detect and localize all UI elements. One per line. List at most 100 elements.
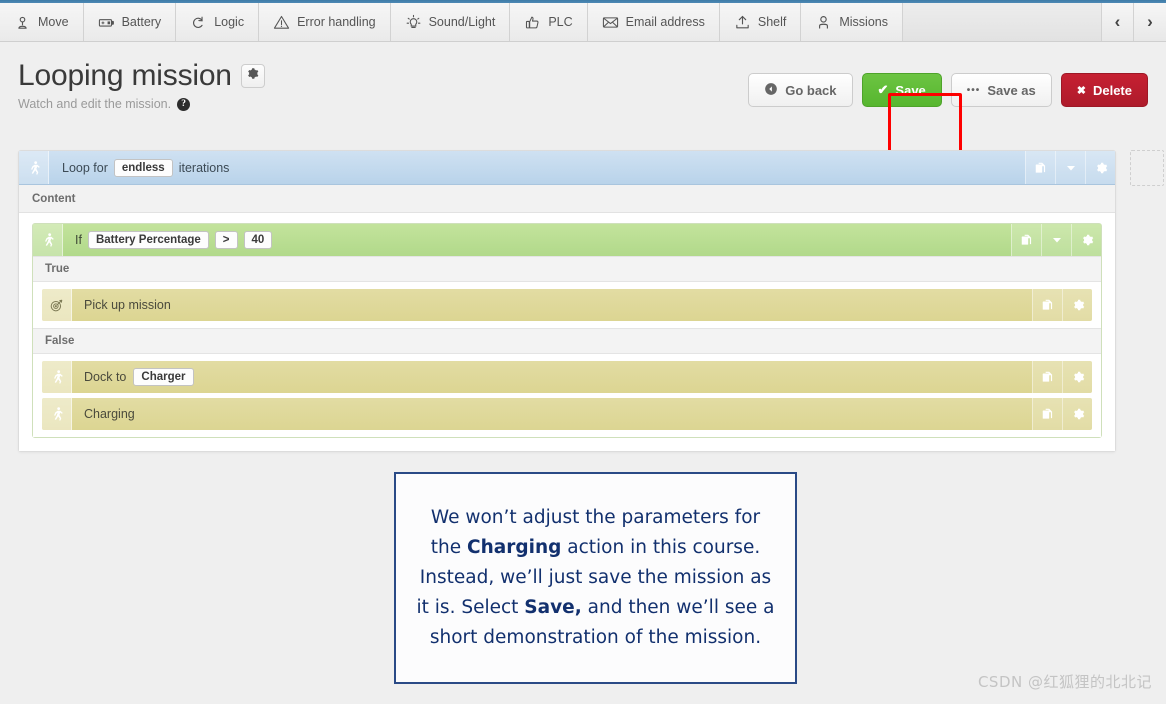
running-person-icon <box>33 224 63 256</box>
if-block: If Battery Percentage > 40 True Pick up … <box>32 223 1102 438</box>
tab-move[interactable]: Move <box>0 3 84 41</box>
delete-label: Delete <box>1092 82 1132 98</box>
save-button[interactable]: ✔ Save <box>861 73 942 107</box>
tab-plc[interactable]: PLC <box>510 3 588 41</box>
action-label: Charging <box>72 398 1032 430</box>
action-gear-button[interactable] <box>1062 361 1092 393</box>
loop-arrow-icon <box>190 14 207 31</box>
if-variable-value[interactable]: Battery Percentage <box>87 231 209 249</box>
warning-triangle-icon <box>273 14 290 31</box>
mission-settings-button[interactable] <box>240 64 265 88</box>
action-row-charging[interactable]: Charging <box>42 398 1092 430</box>
battery-icon <box>98 14 115 31</box>
lightbulb-icon <box>405 14 422 31</box>
if-row-buttons <box>1011 224 1101 256</box>
tabbar-prev-arrow[interactable]: ‹ <box>1102 3 1134 41</box>
running-person-icon <box>42 398 72 430</box>
action-row-pick-up-mission[interactable]: Pick up mission <box>42 289 1092 321</box>
page-header: Looping mission Watch and edit the missi… <box>0 43 1166 165</box>
upload-shelf-icon <box>734 14 751 31</box>
tab-email-address[interactable]: Email address <box>587 3 720 41</box>
tab-missions[interactable]: Missions <box>801 3 903 41</box>
tab-label: Error handling <box>297 15 376 29</box>
tab-label: Move <box>38 15 69 29</box>
envelope-icon <box>602 14 619 31</box>
if-operator-value[interactable]: > <box>214 231 238 249</box>
loop-iterations-value[interactable]: endless <box>113 158 173 177</box>
tab-label: Logic <box>214 15 245 29</box>
tab-logic[interactable]: Logic <box>176 3 260 41</box>
delete-button[interactable]: ✖ Delete <box>1060 73 1148 107</box>
check-icon: ✔ <box>877 82 889 97</box>
callout-text: We won’t adjust the parameters for the C… <box>414 503 777 654</box>
title-row: Looping mission <box>18 59 265 93</box>
action-copy-button[interactable] <box>1032 289 1062 321</box>
action-copy-button[interactable] <box>1032 361 1062 393</box>
loop-suffix: iterations <box>178 160 230 175</box>
tabbar-next-arrow[interactable]: › <box>1134 3 1166 41</box>
action-copy-button[interactable] <box>1032 398 1062 430</box>
page-title: Looping mission <box>18 59 232 92</box>
title-block: Looping mission Watch and edit the missi… <box>18 59 265 111</box>
save-as-label: Save as <box>987 82 1036 98</box>
location-pin-icon <box>14 14 31 31</box>
loop-copy-button[interactable] <box>1025 151 1055 184</box>
tabbar-filler <box>902 3 1102 41</box>
tab-battery[interactable]: Battery <box>83 3 177 41</box>
mission-editor-panel: Loop for endless iterations Content If B… <box>18 150 1116 452</box>
tab-label: Email address <box>625 15 705 29</box>
if-chevron-down-icon[interactable] <box>1041 224 1071 256</box>
action-text: Pick up mission <box>84 298 171 312</box>
go-back-button[interactable]: Go back <box>748 73 853 107</box>
branch-items-true: Pick up mission <box>33 282 1101 328</box>
go-back-label: Go back <box>785 82 837 98</box>
ellipsis-icon: ••• <box>966 84 981 96</box>
tab-sound-light[interactable]: Sound/Light <box>390 3 511 41</box>
gear-icon <box>246 67 259 85</box>
if-gear-button[interactable] <box>1071 224 1101 256</box>
loop-prefix: Loop for <box>62 160 108 175</box>
tab-label: Sound/Light <box>428 15 496 29</box>
loop-label: Loop for endless iterations <box>49 151 1025 184</box>
action-text: Charging <box>84 407 135 421</box>
back-arrow-icon <box>764 82 778 99</box>
target-icon <box>42 289 72 321</box>
callout-emphasis-save: Save, <box>524 597 582 619</box>
tab-shelf[interactable]: Shelf <box>719 3 802 41</box>
action-gear-button[interactable] <box>1062 289 1092 321</box>
if-threshold-value[interactable]: 40 <box>243 231 273 249</box>
page-action-bar: Go back ✔ Save ••• Save as ✖ Delete <box>748 73 1148 107</box>
app-root: Move Battery Logic Error handling Sound/… <box>0 0 1166 704</box>
action-row-buttons <box>1032 289 1092 321</box>
branch-label-false: False <box>33 328 1101 354</box>
if-block-header[interactable]: If Battery Percentage > 40 <box>33 224 1101 256</box>
if-branches: True Pick up mission False Dock to Charg… <box>33 256 1101 437</box>
if-prefix: If <box>75 233 82 247</box>
tab-error-handling[interactable]: Error handling <box>259 3 391 41</box>
callout-emphasis-charging: Charging <box>467 536 562 558</box>
action-drop-zone[interactable] <box>1130 150 1164 186</box>
loop-body: If Battery Percentage > 40 True Pick up … <box>19 213 1115 451</box>
action-row-buttons <box>1032 398 1092 430</box>
loop-block-header[interactable]: Loop for endless iterations <box>19 151 1115 185</box>
person-icon <box>815 14 832 31</box>
instruction-callout: We won’t adjust the parameters for the C… <box>394 472 797 684</box>
loop-gear-button[interactable] <box>1085 151 1115 184</box>
running-person-icon <box>42 361 72 393</box>
save-as-button[interactable]: ••• Save as <box>950 73 1052 107</box>
page-subtitle: Watch and edit the mission. <box>18 97 172 111</box>
watermark: CSDN @红狐狸的北北记 <box>977 673 1152 691</box>
action-param-value[interactable]: Charger <box>133 368 194 386</box>
subtitle-row: Watch and edit the mission. ? <box>18 97 265 111</box>
action-gear-button[interactable] <box>1062 398 1092 430</box>
tab-label: Missions <box>839 15 888 29</box>
action-row-dock-to[interactable]: Dock to Charger <box>42 361 1092 393</box>
help-icon[interactable]: ? <box>177 97 191 111</box>
branch-label-true: True <box>33 256 1101 282</box>
close-x-icon: ✖ <box>1076 84 1086 97</box>
thumbs-up-icon <box>524 14 541 31</box>
loop-chevron-down-icon[interactable] <box>1055 151 1085 184</box>
action-text: Dock to <box>84 370 127 384</box>
action-row-buttons <box>1032 361 1092 393</box>
if-copy-button[interactable] <box>1011 224 1041 256</box>
